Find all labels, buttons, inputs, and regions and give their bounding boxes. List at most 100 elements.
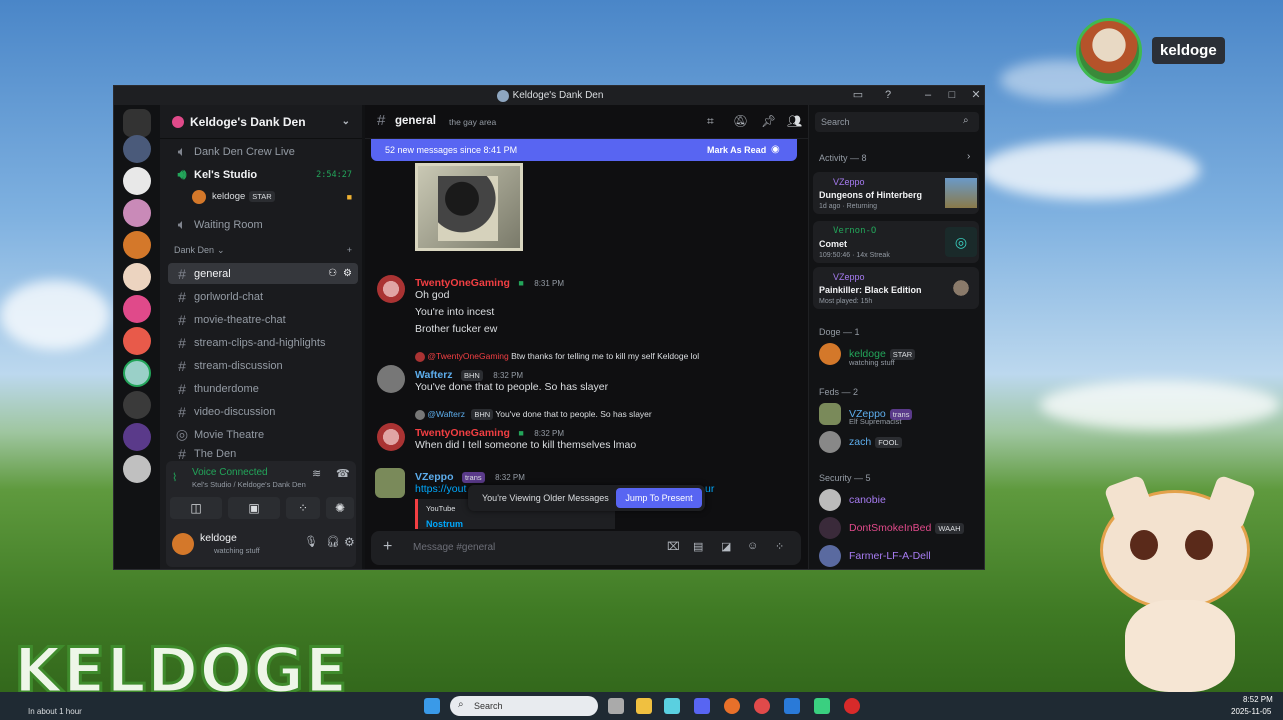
new-messages-banner[interactable]: 52 new messages since 8:41 PM Mark As Re… bbox=[371, 139, 797, 161]
member-item[interactable]: canobie bbox=[819, 489, 886, 511]
message-author[interactable]: TwentyOneGaming bbox=[415, 277, 510, 289]
server-icon[interactable] bbox=[123, 135, 151, 163]
emoji-icon[interactable]: ☺ bbox=[747, 540, 758, 552]
add-channel-icon[interactable]: + bbox=[347, 245, 352, 255]
message-author[interactable]: TwentyOneGaming bbox=[415, 427, 510, 439]
channel-item[interactable]: # gorlworld-chat bbox=[168, 286, 358, 307]
channel-general[interactable]: # general ⚇ ⚙ bbox=[168, 263, 358, 284]
word-icon[interactable] bbox=[784, 698, 800, 714]
gear-icon[interactable]: ⚙ bbox=[344, 535, 355, 549]
apps-icon[interactable]: ⁘ bbox=[775, 540, 784, 553]
disconnect-icon[interactable]: ☎ bbox=[336, 467, 350, 480]
channel-item[interactable]: # The Den bbox=[168, 447, 358, 461]
reply-preview[interactable]: @Wafterz BHN You've done that to people.… bbox=[415, 409, 652, 420]
message-link[interactable]: https://yout bbox=[415, 483, 466, 495]
invite-icon[interactable]: ⚇ bbox=[328, 268, 337, 279]
member-item[interactable]: DontSmokeInBed WAAH bbox=[819, 517, 964, 539]
voice-channel[interactable]: 🔈︎ Waiting Room bbox=[168, 214, 358, 235]
add-attachment-icon[interactable]: + bbox=[383, 538, 392, 556]
message-link-tail[interactable]: ur bbox=[705, 483, 714, 495]
stage-channel[interactable]: ◎ Movie Theatre bbox=[168, 424, 358, 445]
discord-icon[interactable] bbox=[694, 698, 710, 714]
gift-icon[interactable]: ⌧ bbox=[667, 540, 680, 553]
avatar[interactable] bbox=[377, 365, 405, 393]
firefox-icon[interactable] bbox=[724, 698, 740, 714]
minimize-icon[interactable]: – bbox=[920, 88, 936, 102]
channel-item[interactable]: # movie-theatre-chat bbox=[168, 309, 358, 330]
avatar[interactable] bbox=[377, 423, 405, 451]
microphone-icon[interactable]: 🎙︎ bbox=[304, 535, 318, 548]
activity-card[interactable]: VZeppo Painkiller: Black Edition Most pl… bbox=[813, 267, 979, 309]
weather-widget[interactable]: In about 1 hour bbox=[28, 707, 82, 716]
app-icon[interactable] bbox=[814, 698, 830, 714]
clock-date[interactable]: 2025-11-05 bbox=[1231, 707, 1271, 716]
search-input[interactable]: Search ⌕ bbox=[815, 112, 979, 132]
noise-suppression-icon[interactable]: ≋ bbox=[312, 467, 321, 480]
sticker-icon[interactable]: ◪ bbox=[721, 540, 731, 553]
category-header[interactable]: Dank Den ⌄ + bbox=[168, 243, 358, 257]
jump-to-present-button[interactable]: Jump To Present bbox=[616, 488, 702, 508]
copilot-icon[interactable] bbox=[664, 698, 680, 714]
channel-item[interactable]: # stream-discussion bbox=[168, 355, 358, 376]
server-icon[interactable] bbox=[123, 423, 151, 451]
voice-user[interactable]: keldoge STAR ■ bbox=[186, 186, 358, 207]
server-icon[interactable] bbox=[123, 167, 151, 195]
image-attachment[interactable] bbox=[415, 163, 523, 251]
message-input[interactable]: Message #general bbox=[413, 542, 653, 553]
gif-icon[interactable]: ▤ bbox=[693, 540, 703, 553]
mute-bell-icon[interactable]: 🔕︎ bbox=[733, 114, 748, 128]
voice-location: Kel's Studio / Keldoge's Dank Den bbox=[192, 480, 306, 489]
close-icon[interactable]: ✕ bbox=[968, 88, 984, 102]
maximize-icon[interactable]: □ bbox=[944, 88, 960, 102]
activity-card[interactable]: Vernon-O Comet 109:50:46 · 14x Streak ◎ bbox=[813, 221, 979, 263]
server-icon[interactable] bbox=[123, 359, 151, 387]
avatar[interactable] bbox=[172, 533, 194, 555]
message-composer: + Message #general ⌧ ▤ ◪ ☺ ⁘ bbox=[371, 531, 801, 565]
voice-channel-active[interactable]: 🔊︎ Kel's Studio 2:54:27 bbox=[168, 164, 358, 185]
hash-icon: # bbox=[377, 112, 386, 129]
channel-item[interactable]: # video-discussion bbox=[168, 401, 358, 422]
activity-card[interactable]: VZeppo Dungeons of Hinterberg 1d ago · R… bbox=[813, 172, 979, 214]
streamer-avatar bbox=[1076, 18, 1142, 84]
server-icon[interactable] bbox=[123, 391, 151, 419]
threads-icon[interactable]: ⌗ bbox=[707, 114, 714, 129]
pin-icon[interactable]: 📌︎ bbox=[761, 114, 776, 128]
camera-button[interactable]: ◫ bbox=[170, 497, 222, 519]
reply-preview[interactable]: @TwentyOneGaming Btw thanks for telling … bbox=[415, 351, 699, 362]
taskbar-search[interactable]: ⌕ Search bbox=[450, 696, 598, 716]
inbox-icon[interactable]: ▭ bbox=[850, 88, 866, 102]
member-item[interactable]: zach FOOL bbox=[819, 431, 902, 453]
gear-icon[interactable]: ⚙ bbox=[343, 268, 352, 279]
channel-item[interactable]: # thunderdome bbox=[168, 378, 358, 399]
message-author[interactable]: VZeppo bbox=[415, 471, 454, 483]
media-player-icon[interactable] bbox=[844, 698, 860, 714]
server-icon[interactable] bbox=[123, 231, 151, 259]
server-icon[interactable] bbox=[123, 263, 151, 291]
server-icon[interactable] bbox=[123, 295, 151, 323]
mark-as-read-button[interactable]: Mark As Read bbox=[707, 145, 766, 155]
server-icon[interactable] bbox=[123, 455, 151, 483]
chevron-right-icon[interactable]: › bbox=[967, 151, 970, 162]
soundboard-button[interactable]: ✺ bbox=[326, 497, 354, 519]
windows-start-icon[interactable] bbox=[424, 698, 440, 714]
task-view-icon[interactable] bbox=[608, 698, 624, 714]
server-icon[interactable] bbox=[123, 109, 151, 137]
voice-channel[interactable]: 🔈︎ Dank Den Crew Live bbox=[168, 141, 358, 162]
server-icon[interactable] bbox=[123, 199, 151, 227]
avatar[interactable] bbox=[375, 468, 405, 498]
avatar[interactable] bbox=[377, 275, 405, 303]
member-item[interactable]: Farmer-LF-A-Dell bbox=[819, 545, 931, 567]
file-explorer-icon[interactable] bbox=[636, 698, 652, 714]
headphones-icon[interactable]: 🎧︎ bbox=[326, 535, 340, 548]
activity-header[interactable]: Activity — 8 bbox=[819, 153, 867, 163]
clock-time[interactable]: 8:52 PM bbox=[1243, 695, 1273, 704]
app-icon[interactable] bbox=[754, 698, 770, 714]
server-icon[interactable] bbox=[123, 327, 151, 355]
server-header[interactable]: Keldoge's Dank Den ⌄ bbox=[160, 105, 362, 139]
help-icon[interactable]: ? bbox=[880, 88, 896, 102]
screen-share-button[interactable]: ▣ bbox=[228, 497, 280, 519]
members-icon[interactable]: 👥︎ bbox=[787, 114, 802, 128]
message-author[interactable]: Wafterz bbox=[415, 369, 453, 381]
activities-button[interactable]: ⁘ bbox=[286, 497, 320, 519]
channel-item[interactable]: # stream-clips-and-highlights bbox=[168, 332, 358, 353]
